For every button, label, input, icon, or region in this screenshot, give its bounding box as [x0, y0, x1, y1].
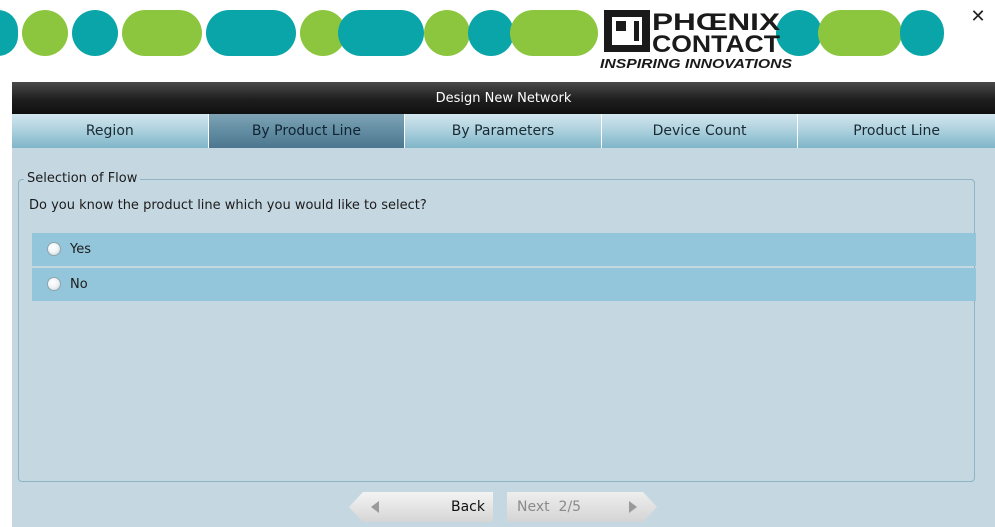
decor-pill [122, 10, 202, 56]
back-button[interactable]: Back [349, 492, 493, 522]
decor-pill [338, 10, 424, 56]
next-button[interactable]: Next 2/5 [507, 492, 657, 522]
logo-line2: CONTACT [652, 31, 780, 58]
tab-device-count[interactable]: Device Count [601, 114, 799, 148]
window-title: Design New Network [12, 82, 995, 114]
radio-no[interactable] [47, 277, 61, 291]
phoenix-contact-logo: PHŒNIX CONTACT INSPIRING INNOVATIONS [600, 8, 795, 72]
wizard-content: Selection of Flow Do you know the produc… [12, 148, 995, 527]
logo-mark: PHŒNIX CONTACT INSPIRING INNOVATIONS [600, 9, 792, 71]
option-yes-label: Yes [70, 242, 91, 257]
decor-pill [468, 10, 514, 56]
option-no[interactable]: No [32, 268, 976, 301]
page-indicator: 2/5 [558, 499, 582, 515]
decor-pill [510, 10, 598, 56]
flow-question: Do you know the product line which you w… [29, 198, 427, 213]
option-yes[interactable]: Yes [32, 233, 976, 266]
wizard-navigation: Back Next 2/5 [349, 492, 661, 522]
wizard-tabs: Region By Product Line By Parameters Dev… [12, 114, 995, 148]
decor-pill [22, 10, 68, 56]
close-icon[interactable]: ✕ [968, 6, 988, 28]
logo-tagline: INSPIRING INNOVATIONS [600, 56, 792, 71]
next-label-text: Next [517, 499, 550, 515]
tab-by-product-line[interactable]: By Product Line [208, 114, 406, 148]
decor-pill [424, 10, 470, 56]
arrow-left-icon [371, 501, 379, 513]
decor-pill [818, 10, 902, 56]
header-banner: PHŒNIX CONTACT INSPIRING INNOVATIONS ✕ [0, 0, 995, 80]
option-no-label: No [70, 277, 88, 292]
tab-product-line[interactable]: Product Line [798, 114, 995, 148]
next-button-label: Next 2/5 [517, 492, 581, 522]
radio-yes[interactable] [47, 242, 61, 256]
design-network-window: Design New Network Region By Product Lin… [12, 82, 995, 527]
decor-pill [72, 10, 118, 56]
decor-pill [206, 10, 296, 56]
tab-region[interactable]: Region [12, 114, 209, 148]
back-button-label: Back [451, 499, 485, 515]
decor-pill [900, 10, 944, 56]
group-legend: Selection of Flow [24, 171, 141, 187]
tab-by-parameters[interactable]: By Parameters [405, 114, 602, 148]
decor-pill [0, 10, 18, 56]
selection-of-flow-group: Selection of Flow Do you know the produc… [18, 171, 976, 482]
arrow-right-icon [629, 501, 637, 513]
